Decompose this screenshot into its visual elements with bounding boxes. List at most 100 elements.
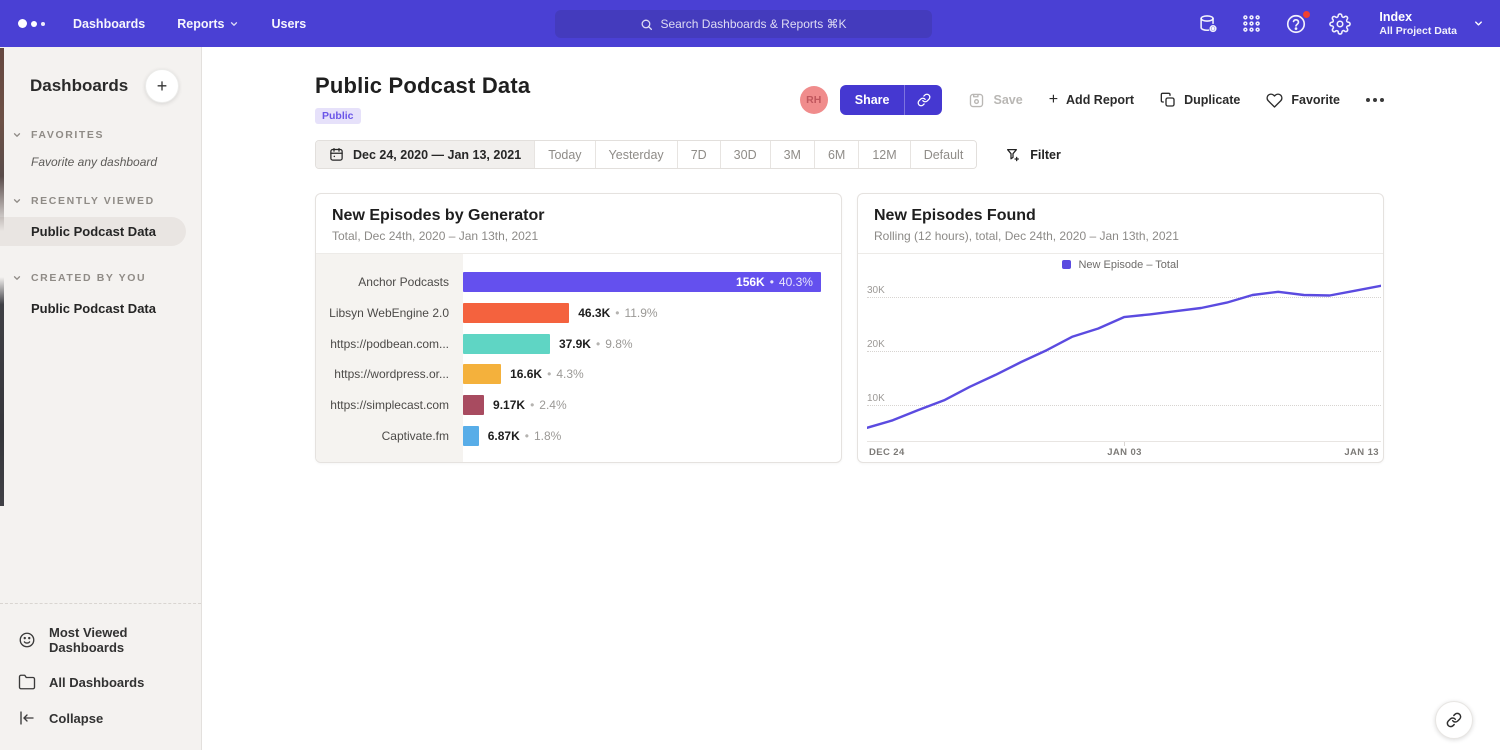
settings-gear-icon[interactable] [1329,13,1351,35]
bar-percent: 40.3% [779,275,813,289]
preset-today[interactable]: Today [534,141,594,168]
section-favorites[interactable]: FAVORITES [0,129,201,141]
link-icon [1446,712,1462,728]
share-link-fab[interactable] [1435,701,1473,739]
date-range-picker[interactable]: Dec 24, 2020 — Jan 13, 2021 [316,141,534,168]
sidebar-footer: Most Viewed Dashboards All Dashboards Co… [0,603,201,750]
more-actions-button[interactable] [1366,98,1384,102]
share-link-button[interactable] [904,85,942,115]
page-title: Public Podcast Data [315,73,530,99]
add-report-button[interactable]: + Add Report [1049,91,1134,109]
sidebar-item-public-podcast-data[interactable]: Public Podcast Data [0,217,186,246]
folder-icon [18,673,36,691]
workspace-subtitle: All Project Data [1379,25,1457,37]
preset-7d[interactable]: 7D [677,141,720,168]
filter-button[interactable]: Filter [1005,147,1061,163]
plus-icon: + [1049,91,1058,109]
visibility-badge: Public [315,108,361,124]
bar-segment[interactable] [463,334,550,354]
preset-3m[interactable]: 3M [770,141,814,168]
line-chart[interactable]: 30K 20K 10K [867,275,1381,441]
bar-percent: 2.4% [539,398,566,412]
bar-percent: 11.9% [624,306,657,320]
bar-category-label: https://wordpress.or... [316,367,463,381]
bar-category-label: Captivate.fm [316,429,463,443]
chevron-down-icon [12,273,22,283]
card-subtitle: Total, Dec 24th, 2020 – Jan 13th, 2021 [332,229,825,243]
chevron-down-icon [12,196,22,206]
bar-row: https://simplecast.com 9.17K • 2.4% [316,390,841,420]
bar-category-label: Anchor Podcasts [316,275,463,289]
legend-swatch [1062,260,1071,269]
save-button[interactable]: Save [968,92,1022,109]
favorite-button[interactable]: Favorite [1266,92,1340,109]
preset-30d[interactable]: 30D [720,141,770,168]
share-button[interactable]: Share [840,85,905,115]
date-filter-bar: Dec 24, 2020 — Jan 13, 2021 Today Yester… [315,140,1384,169]
nav-reports[interactable]: Reports [177,17,239,31]
sidebar-title: Dashboards [30,76,128,96]
mode-logo[interactable] [18,19,45,28]
preset-default[interactable]: Default [910,141,977,168]
preset-yesterday[interactable]: Yesterday [595,141,677,168]
bar-segment[interactable] [463,303,569,323]
sidebar-item-public-podcast-data-created[interactable]: Public Podcast Data [0,294,201,323]
duplicate-button[interactable]: Duplicate [1160,92,1240,108]
collapse-sidebar-button[interactable]: Collapse [0,700,201,736]
avatar[interactable]: RH [800,86,828,114]
date-range-control: Dec 24, 2020 — Jan 13, 2021 Today Yester… [315,140,977,169]
help-icon[interactable] [1285,13,1307,35]
filter-funnel-icon [1005,147,1021,163]
nav-dashboards[interactable]: Dashboards [73,17,145,31]
add-dashboard-button[interactable]: + [145,69,179,103]
chevron-down-icon [12,130,22,140]
apps-grid-icon[interactable] [1241,13,1263,35]
plus-icon: + [157,76,168,97]
x-tick-label: JAN 13 [1344,447,1379,458]
search-icon [640,18,653,31]
header-actions: RH Share Save + Add Report [800,85,1384,115]
top-nav: Dashboards Reports Users Search Dashboar… [0,0,1500,47]
collapse-icon [18,709,36,727]
nav-users[interactable]: Users [271,17,306,31]
share-button-group: Share [840,85,943,115]
notification-badge [1302,10,1311,19]
search-input[interactable]: Search Dashboards & Reports ⌘K [555,10,932,38]
bar-chart: Anchor Podcasts 156K • 40.3% [316,254,841,463]
favorites-empty-text: Favorite any dashboard [0,141,201,169]
card-title: New Episodes Found [874,207,1367,225]
card-new-episodes-by-generator: New Episodes by Generator Total, Dec 24t… [315,193,842,463]
duplicate-icon [1160,92,1176,108]
x-tickmark [1124,442,1125,446]
bar-segment[interactable]: 156K • 40.3% [463,272,821,292]
sidebar-edge-artifact [0,48,4,506]
section-created-by-you[interactable]: CREATED BY YOU [0,272,201,284]
all-dashboards-button[interactable]: All Dashboards [0,664,201,700]
bar-value: 156K [736,275,765,289]
card-subtitle: Rolling (12 hours), total, Dec 24th, 202… [874,229,1367,243]
chevron-down-icon [1473,18,1484,29]
bar-value: 9.17K [493,398,525,412]
bar-percent: 1.8% [534,429,561,443]
bar-percent: 4.3% [556,367,583,381]
preset-6m[interactable]: 6M [814,141,858,168]
data-sources-icon[interactable] [1197,13,1219,35]
x-tick-label: DEC 24 [869,447,905,458]
section-recently-viewed[interactable]: RECENTLY VIEWED [0,195,201,207]
legend-label: New Episode – Total [1078,259,1178,271]
most-viewed-dashboards-button[interactable]: Most Viewed Dashboards [0,616,201,664]
bar-row: https://podbean.com... 37.9K • 9.8% [316,329,841,359]
preset-12m[interactable]: 12M [858,141,909,168]
main-content: Public Podcast Data Public RH Share [202,47,1500,750]
bar-segment[interactable] [463,395,484,415]
bar-segment[interactable] [463,426,479,446]
bar-segment[interactable] [463,364,501,384]
top-nav-right: Index All Project Data [1197,0,1484,47]
bar-row: Libsyn WebEngine 2.0 46.3K • 11.9% [316,298,841,328]
bar-value: 6.87K [488,429,520,443]
bar-category-label: https://simplecast.com [316,398,463,412]
app-window: Dashboards Reports Users Search Dashboar… [0,0,1500,750]
chart-legend: New Episode – Total [858,254,1383,275]
trend-line-svg [867,275,1381,441]
workspace-switcher[interactable]: Index All Project Data [1379,10,1484,38]
